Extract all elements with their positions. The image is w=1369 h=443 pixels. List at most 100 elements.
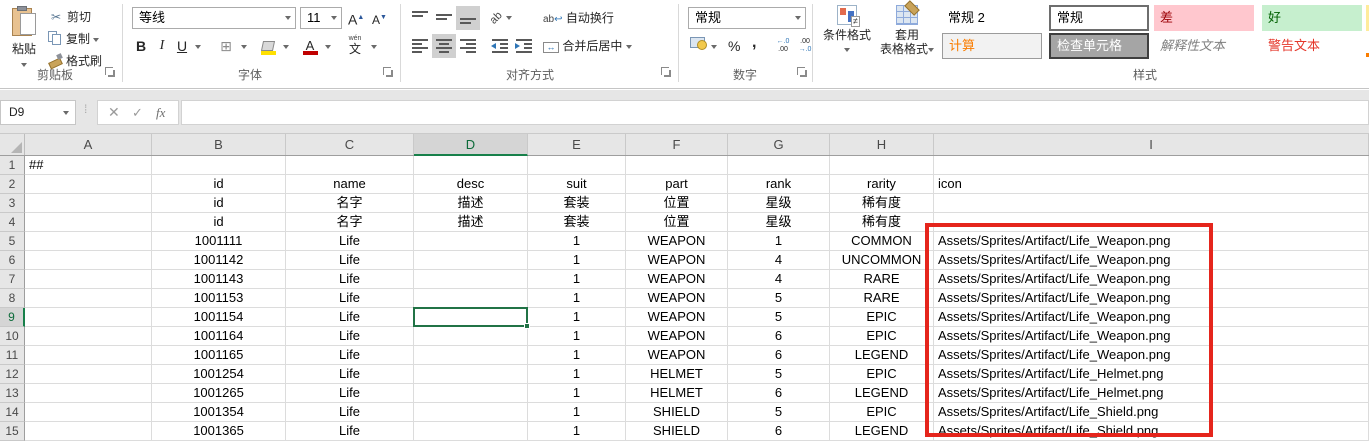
percent-button[interactable]: % xyxy=(728,35,740,57)
cell-G4[interactable]: 星级 xyxy=(728,213,830,232)
cell-F6[interactable]: WEAPON xyxy=(626,251,728,270)
cell-E11[interactable]: 1 xyxy=(528,346,626,365)
cancel-button[interactable]: ✕ xyxy=(108,101,120,124)
cell-G13[interactable]: 6 xyxy=(728,384,830,403)
cell-F2[interactable]: part xyxy=(626,175,728,194)
cell-A3[interactable] xyxy=(25,194,152,213)
cell-H4[interactable]: 稀有度 xyxy=(830,213,934,232)
cell-H3[interactable]: 稀有度 xyxy=(830,194,934,213)
cell-E12[interactable]: 1 xyxy=(528,365,626,384)
cell-C11[interactable]: Life xyxy=(286,346,414,365)
cell-E6[interactable]: 1 xyxy=(528,251,626,270)
cell-H15[interactable]: LEGEND xyxy=(830,422,934,441)
increase-decimal-button[interactable]: ←.0.00 xyxy=(772,34,794,54)
row-header-15[interactable]: 15 xyxy=(0,422,25,441)
cell-E2[interactable]: suit xyxy=(528,175,626,194)
cell-A2[interactable] xyxy=(25,175,152,194)
number-format-combo[interactable]: 常规 xyxy=(688,7,806,29)
cell-A6[interactable] xyxy=(25,251,152,270)
cell-A4[interactable] xyxy=(25,213,152,232)
row-header-5[interactable]: 5 xyxy=(0,232,25,251)
cell-H8[interactable]: RARE xyxy=(830,289,934,308)
select-all-corner[interactable] xyxy=(0,134,25,155)
cell-F8[interactable]: WEAPON xyxy=(626,289,728,308)
column-header-E[interactable]: E xyxy=(528,134,626,155)
cell-D1[interactable] xyxy=(414,156,528,175)
cell-B12[interactable]: 1001254 xyxy=(152,365,286,384)
cell-D3[interactable]: 描述 xyxy=(414,194,528,213)
align-bottom-button[interactable] xyxy=(456,6,480,30)
number-dialog-launcher[interactable] xyxy=(797,67,808,78)
phonetic-dropdown[interactable] xyxy=(368,34,380,58)
cell-F9[interactable]: WEAPON xyxy=(626,308,728,327)
cell-I1[interactable] xyxy=(934,156,1369,175)
cut-button[interactable]: ✂剪切 xyxy=(48,6,91,28)
cell-G2[interactable]: rank xyxy=(728,175,830,194)
cell-F1[interactable] xyxy=(626,156,728,175)
style-normal2[interactable]: 常规 2 xyxy=(942,5,1042,31)
cell-D13[interactable] xyxy=(414,384,528,403)
align-right-button[interactable] xyxy=(456,34,480,58)
column-header-F[interactable]: F xyxy=(626,134,728,155)
cell-D7[interactable] xyxy=(414,270,528,289)
font-color-button[interactable]: A xyxy=(300,34,320,58)
style-calc[interactable]: 计算 xyxy=(942,33,1042,59)
cell-E10[interactable]: 1 xyxy=(528,327,626,346)
cell-B7[interactable]: 1001143 xyxy=(152,270,286,289)
cell-G9[interactable]: 5 xyxy=(728,308,830,327)
cell-B2[interactable]: id xyxy=(152,175,286,194)
cell-C7[interactable]: Life xyxy=(286,270,414,289)
cell-C14[interactable]: Life xyxy=(286,403,414,422)
cell-I3[interactable] xyxy=(934,194,1369,213)
clipboard-dialog-launcher[interactable] xyxy=(105,67,116,78)
cell-D12[interactable] xyxy=(414,365,528,384)
cell-G5[interactable]: 1 xyxy=(728,232,830,251)
cell-C9[interactable]: Life xyxy=(286,308,414,327)
conditional-formatting-button[interactable]: ≠ 条件格式 xyxy=(818,4,876,66)
selected-cell-outline[interactable] xyxy=(413,307,528,327)
cell-E5[interactable]: 1 xyxy=(528,232,626,251)
cell-C2[interactable]: name xyxy=(286,175,414,194)
cell-F14[interactable]: SHIELD xyxy=(626,403,728,422)
cell-G6[interactable]: 4 xyxy=(728,251,830,270)
alignment-dialog-launcher[interactable] xyxy=(661,67,672,78)
style-warning[interactable]: 警告文本 xyxy=(1262,33,1362,59)
row-header-8[interactable]: 8 xyxy=(0,289,25,308)
cell-A12[interactable] xyxy=(25,365,152,384)
cell-B11[interactable]: 1001165 xyxy=(152,346,286,365)
cell-E14[interactable]: 1 xyxy=(528,403,626,422)
column-header-H[interactable]: H xyxy=(830,134,934,155)
formula-input[interactable] xyxy=(181,100,1369,125)
cell-B9[interactable]: 1001154 xyxy=(152,308,286,327)
cell-H1[interactable] xyxy=(830,156,934,175)
insert-function-button[interactable]: fx xyxy=(156,101,165,124)
cell-H10[interactable]: EPIC xyxy=(830,327,934,346)
row-header-9[interactable]: 9 xyxy=(0,308,25,327)
row-header-10[interactable]: 10 xyxy=(0,327,25,346)
align-middle-button[interactable] xyxy=(432,6,456,30)
cell-C10[interactable]: Life xyxy=(286,327,414,346)
row-header-13[interactable]: 13 xyxy=(0,384,25,403)
style-normal_selected[interactable]: 常规 xyxy=(1049,5,1149,31)
cell-A15[interactable] xyxy=(25,422,152,441)
style-explain[interactable]: 解释性文本 xyxy=(1154,33,1254,59)
borders-button[interactable]: ⊞ xyxy=(216,34,236,58)
cell-B1[interactable] xyxy=(152,156,286,175)
comma-button[interactable]: , xyxy=(752,32,756,54)
accounting-format-button[interactable] xyxy=(690,35,717,57)
cell-D5[interactable] xyxy=(414,232,528,251)
cell-H7[interactable]: RARE xyxy=(830,270,934,289)
cell-H13[interactable]: LEGEND xyxy=(830,384,934,403)
cell-H9[interactable]: EPIC xyxy=(830,308,934,327)
cell-E15[interactable]: 1 xyxy=(528,422,626,441)
cell-D10[interactable] xyxy=(414,327,528,346)
cell-C6[interactable]: Life xyxy=(286,251,414,270)
cell-F10[interactable]: WEAPON xyxy=(626,327,728,346)
column-header-I[interactable]: I xyxy=(934,134,1369,155)
cell-C13[interactable]: Life xyxy=(286,384,414,403)
align-left-button[interactable] xyxy=(408,34,432,58)
cell-C15[interactable]: Life xyxy=(286,422,414,441)
cell-C5[interactable]: Life xyxy=(286,232,414,251)
align-top-button[interactable] xyxy=(408,6,432,30)
cell-G14[interactable]: 5 xyxy=(728,403,830,422)
